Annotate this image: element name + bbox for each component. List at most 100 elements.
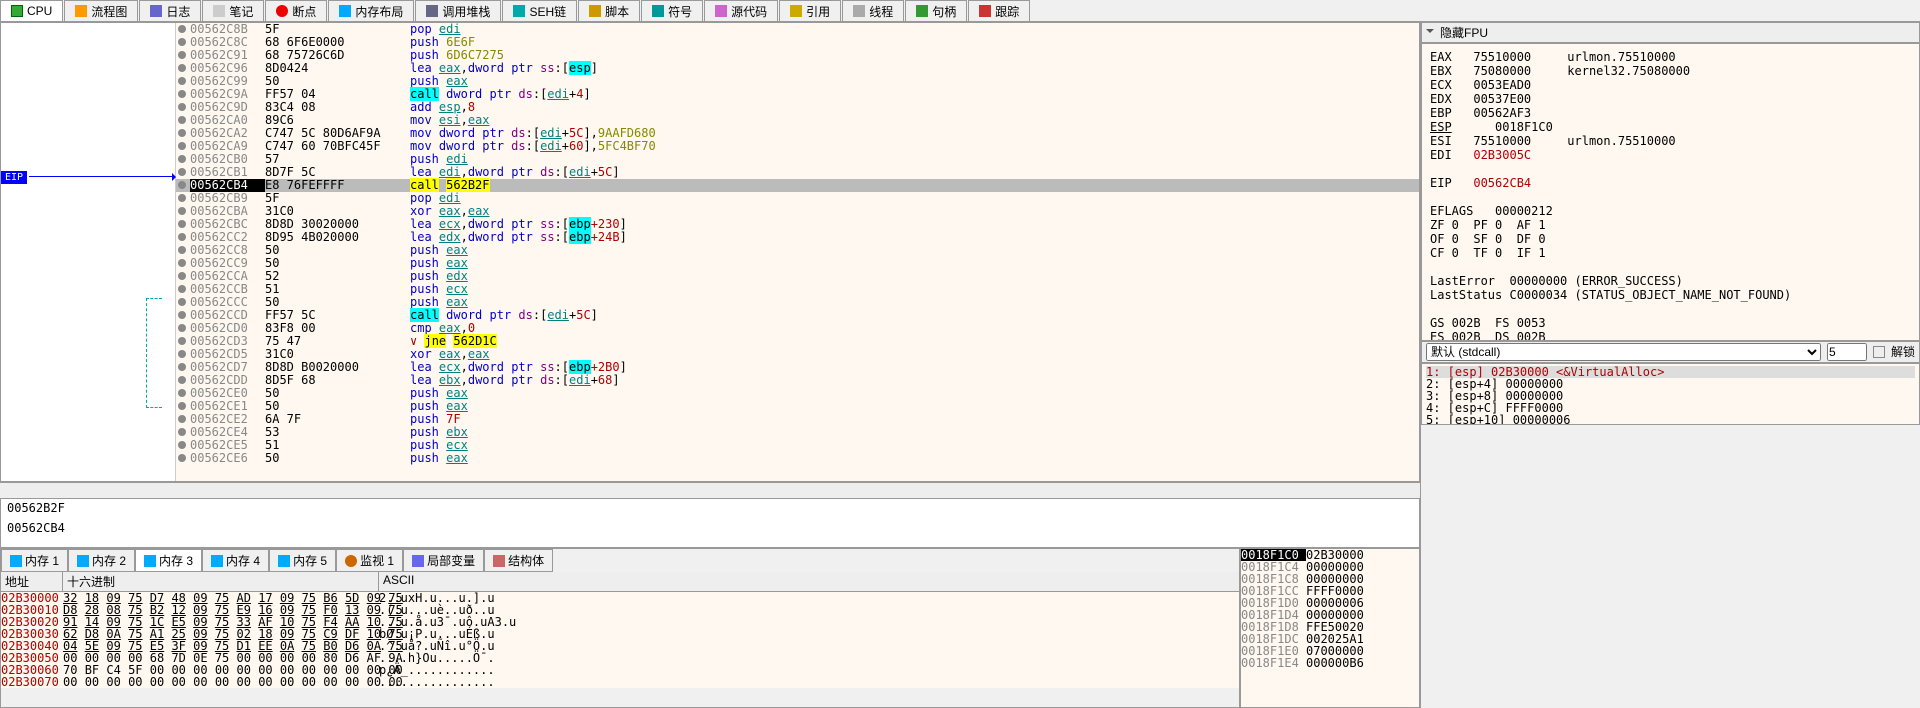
tab-句柄[interactable]: 句柄 [905,0,967,21]
tab-流程图[interactable]: 流程图 [64,0,138,21]
disasm-row[interactable]: 00562CD531C0xor eax,eax [176,348,1419,361]
disasm-row[interactable]: 00562CC28D95 4B020000lea edx,dword ptr s… [176,231,1419,244]
register-panel[interactable]: EAX 75510000 urlmon.75510000 EBX 7508000… [1421,43,1920,341]
call-arg-row[interactable]: 4: [esp+C] FFFF0000 [1426,402,1915,414]
dump-tab-6[interactable]: 局部变量 [403,549,484,572]
breakpoint-dot-icon[interactable] [178,90,186,98]
tab-CPU[interactable]: CPU [0,0,63,21]
breakpoint-dot-icon[interactable] [178,181,186,189]
breakpoint-dot-icon[interactable] [178,350,186,358]
disasm-row[interactable]: 00562C9168 75726C6Dpush 6D6C7275 [176,49,1419,62]
breakpoint-dot-icon[interactable] [178,25,186,33]
call-arg-row[interactable]: 1: [esp] 02B30000 <&VirtualAlloc> [1426,366,1915,378]
breakpoint-dot-icon[interactable] [178,428,186,436]
disasm-row[interactable]: 00562CB18D7F 5Clea edi,dword ptr ds:[edi… [176,166,1419,179]
disasm-row[interactable]: 00562CE26A 7Fpush 7F [176,413,1419,426]
dump-tab-0[interactable]: 内存 1 [1,549,68,572]
tab-脚本[interactable]: 脚本 [578,0,640,21]
breakpoint-dot-icon[interactable] [178,311,186,319]
callconv-select[interactable]: 默认 (stdcall) [1426,343,1821,361]
tab-跟踪[interactable]: 跟踪 [968,0,1030,21]
call-arg-row[interactable]: 2: [esp+4] 00000000 [1426,378,1915,390]
disasm-row[interactable]: 00562CD78D8D B0020000lea ecx,dword ptr s… [176,361,1419,374]
breakpoint-dot-icon[interactable] [178,441,186,449]
unlock-button[interactable]: 解锁 [1891,343,1915,360]
disasm-row[interactable]: 00562C9AFF57 04call dword ptr ds:[edi+4] [176,88,1419,101]
breakpoint-dot-icon[interactable] [178,415,186,423]
breakpoint-dot-icon[interactable] [178,259,186,267]
tab-线程[interactable]: 线程 [842,0,904,21]
disasm-row[interactable]: 00562CE050push eax [176,387,1419,400]
disasm-row[interactable]: 00562CB057push edi [176,153,1419,166]
dump-row[interactable]: 02B30070 00 00 00 00 00 00 00 00 00 00 0… [1,676,1239,688]
disasm-panel[interactable]: EIP 00562C8B5Fpop edi00562C8C68 6F6E0000… [0,22,1420,482]
breakpoint-dot-icon[interactable] [178,207,186,215]
tab-引用[interactable]: 引用 [779,0,841,21]
tab-断点[interactable]: 断点 [265,0,327,21]
breakpoint-dot-icon[interactable] [178,103,186,111]
tab-源代码[interactable]: 源代码 [704,0,778,21]
breakpoint-dot-icon[interactable] [178,272,186,280]
breakpoint-dot-icon[interactable] [178,129,186,137]
breakpoint-dot-icon[interactable] [178,402,186,410]
call-args-panel[interactable]: 1: [esp] 02B30000 <&VirtualAlloc>2: [esp… [1421,363,1920,425]
disasm-row[interactable]: 00562CD375 47∨ jne 562D1C [176,335,1419,348]
disasm-row[interactable]: 00562CCC50push eax [176,296,1419,309]
disasm-row[interactable]: 00562CBA31C0xor eax,eax [176,205,1419,218]
dump-tab-1[interactable]: 内存 2 [68,549,135,572]
tab-笔记[interactable]: 笔记 [202,0,264,21]
dump-col-hex[interactable]: 十六进制 [63,572,379,591]
disasm-row[interactable]: 00562CC850push eax [176,244,1419,257]
breakpoint-dot-icon[interactable] [178,376,186,384]
breakpoint-dot-icon[interactable] [178,51,186,59]
disasm-row[interactable]: 00562CE150push eax [176,400,1419,413]
disasm-row[interactable]: 00562CCA52push edx [176,270,1419,283]
disasm-row[interactable]: 00562CD083F8 00cmp eax,0 [176,322,1419,335]
dump-tab-7[interactable]: 结构体 [484,549,553,572]
breakpoint-dot-icon[interactable] [178,220,186,228]
breakpoint-dot-icon[interactable] [178,155,186,163]
tab-调用堆栈[interactable]: 调用堆栈 [415,0,501,21]
breakpoint-dot-icon[interactable] [178,246,186,254]
disasm-row[interactable]: 00562CC950push eax [176,257,1419,270]
dump-tab-5[interactable]: 监视 1 [336,549,403,572]
disasm-row[interactable]: 00562C8C68 6F6E0000push 6E6F [176,36,1419,49]
breakpoint-dot-icon[interactable] [178,389,186,397]
disasm-row[interactable]: 00562CCB51push ecx [176,283,1419,296]
breakpoint-dot-icon[interactable] [178,194,186,202]
breakpoint-dot-icon[interactable] [178,298,186,306]
tab-SEH链[interactable]: SEH链 [502,0,577,21]
disasm-row[interactable]: 00562CDD8D5F 68lea ebx,dword ptr ds:[edi… [176,374,1419,387]
dump-tab-2[interactable]: 内存 3 [135,549,202,572]
tab-日志[interactable]: 日志 [139,0,201,21]
dump-tab-3[interactable]: 内存 4 [202,549,269,572]
disasm-row[interactable]: 00562CA9C747 60 70BFC45Fmov dword ptr ds… [176,140,1419,153]
disasm-row[interactable]: 00562CB4E8 76FEFFFFcall 562B2F [176,179,1419,192]
disasm-row[interactable]: 00562C8B5Fpop edi [176,23,1419,36]
arg-count-input[interactable] [1827,343,1867,361]
disasm-row[interactable]: 00562CE650push eax [176,452,1419,465]
disasm-row[interactable]: 00562CE551push ecx [176,439,1419,452]
disasm-row[interactable]: 00562C9D83C4 08add esp,8 [176,101,1419,114]
disasm-row[interactable]: 00562CBC8D8D 30020000lea ecx,dword ptr s… [176,218,1419,231]
breakpoint-dot-icon[interactable] [178,116,186,124]
breakpoint-dot-icon[interactable] [178,324,186,332]
dropdown-icon[interactable] [1426,29,1434,37]
dump-col-ascii[interactable]: ASCII [379,572,1239,591]
dump-body[interactable]: 02B30000 32 18 09 75 D7 48 09 75 AD 17 0… [1,592,1239,688]
breakpoint-dot-icon[interactable] [178,38,186,46]
spinner-icon[interactable] [1873,346,1885,358]
stack-panel[interactable]: 0018F1C0 02B300000018F1C4 000000000018F1… [1240,548,1420,708]
breakpoint-dot-icon[interactable] [178,337,186,345]
breakpoint-dot-icon[interactable] [178,233,186,241]
breakpoint-dot-icon[interactable] [178,363,186,371]
disasm-row[interactable]: 00562C9950push eax [176,75,1419,88]
fpu-toggle-label[interactable]: 隐藏FPU [1440,24,1488,41]
call-arg-row[interactable]: 5: [esp+10] 00000006 [1426,414,1915,425]
dump-col-addr[interactable]: 地址 [1,572,63,591]
tab-内存布局[interactable]: 内存布局 [328,0,414,21]
dump-tab-4[interactable]: 内存 5 [269,549,336,572]
breakpoint-dot-icon[interactable] [178,285,186,293]
disasm-hscroll[interactable] [0,482,1420,498]
breakpoint-dot-icon[interactable] [178,142,186,150]
